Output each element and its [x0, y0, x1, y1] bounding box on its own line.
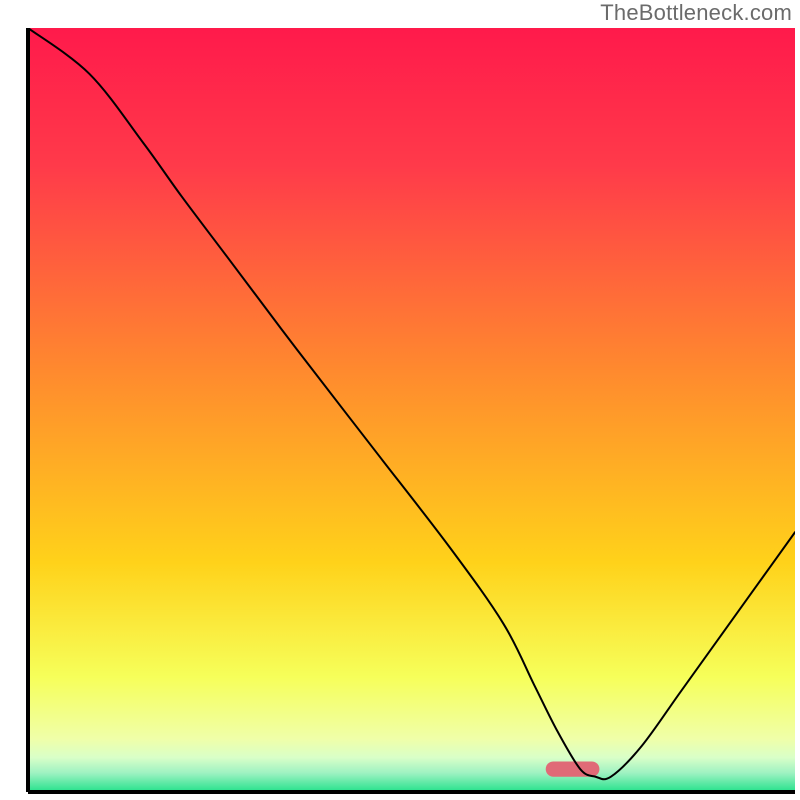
optimal-marker: [546, 761, 600, 776]
watermark-text: TheBottleneck.com: [600, 0, 792, 26]
bottleneck-chart: [0, 0, 800, 800]
chart-container: TheBottleneck.com: [0, 0, 800, 800]
